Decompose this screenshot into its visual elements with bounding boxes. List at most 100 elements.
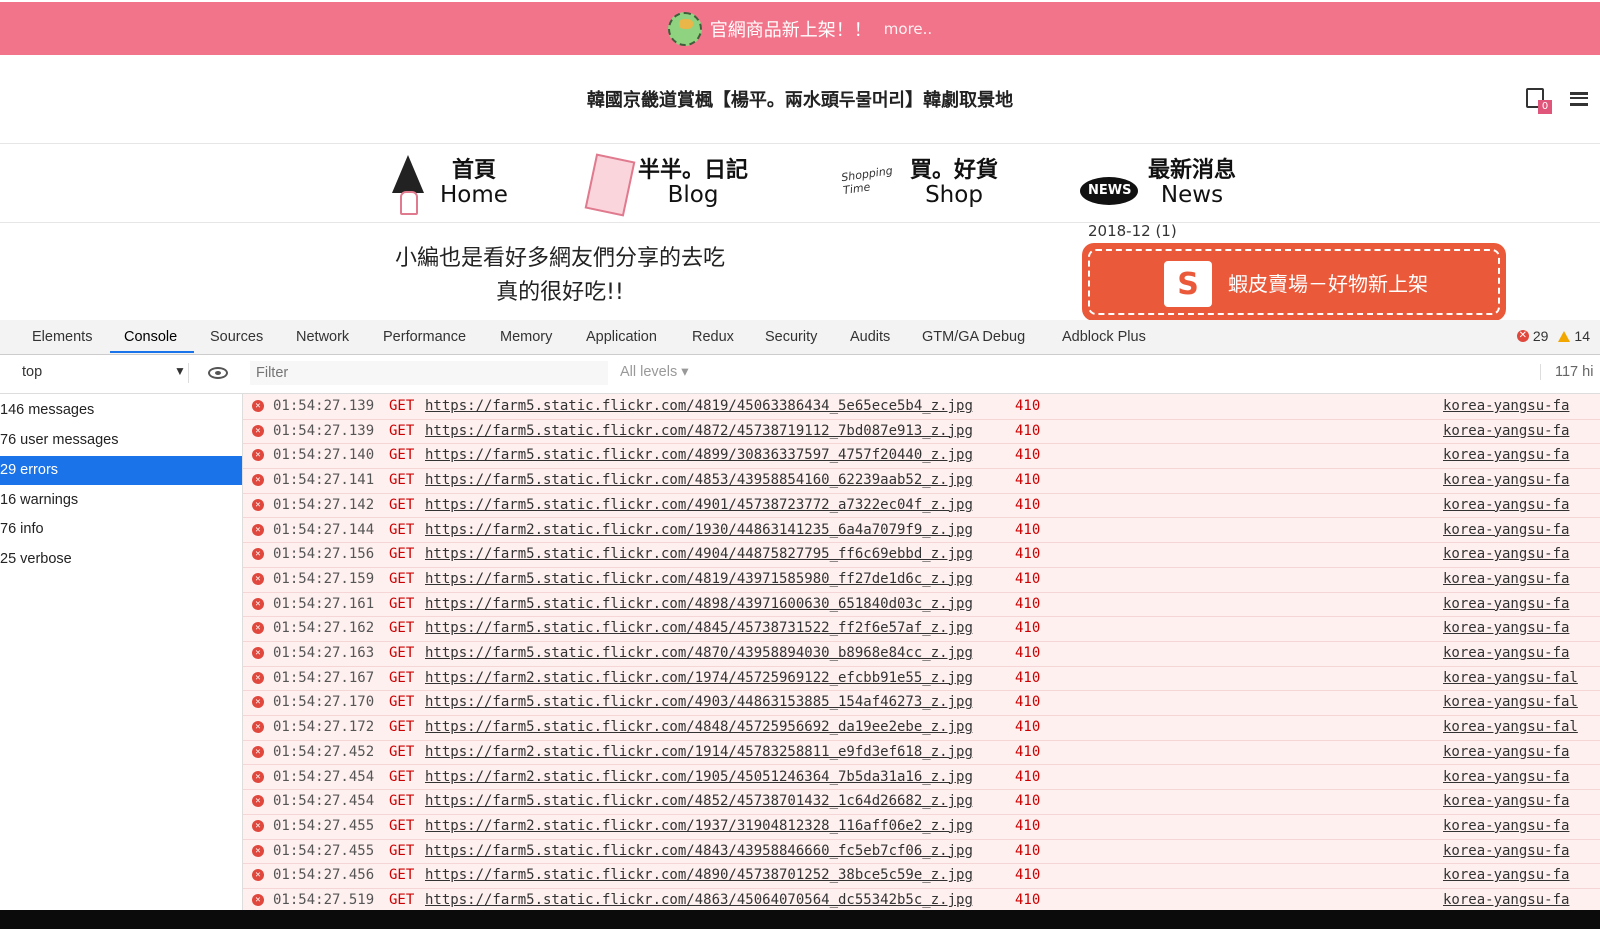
console-error-row: ✕ 01:54:27.162 GET https://farm5.static.fli… <box>243 616 1600 642</box>
tab-application[interactable]: Application <box>586 329 657 345</box>
source-link[interactable]: korea-yangsu-fa <box>1443 843 1569 859</box>
eye-icon[interactable] <box>208 367 228 379</box>
request-url-link[interactable]: https://farm2.static.flickr.com/1930/448… <box>425 522 973 538</box>
tab-security[interactable]: Security <box>765 329 817 345</box>
request-url-link[interactable]: https://farm5.static.flickr.com/4890/457… <box>425 867 973 883</box>
tab-gtm-ga-debug[interactable]: GTM/GA Debug <box>922 329 1025 345</box>
sidebar-item-verbose[interactable]: 25 verbose <box>0 545 242 574</box>
request-method: GET <box>389 669 415 686</box>
timestamp: 01:54:27.454 <box>273 793 375 810</box>
source-link[interactable]: korea-yangsu-fal <box>1443 670 1578 686</box>
promo-banner[interactable]: 官網商品新上架！！ more.. <box>0 2 1600 55</box>
source-link[interactable]: korea-yangsu-fa <box>1443 818 1569 834</box>
status-code: 410 <box>1015 817 1041 834</box>
sidebar-item-warnings[interactable]: 16 warnings <box>0 486 242 515</box>
request-method: GET <box>389 793 415 810</box>
source-link[interactable]: korea-yangsu-fa <box>1443 571 1569 587</box>
request-method: GET <box>389 570 415 587</box>
shopee-banner[interactable]: S 蝦皮賣場－好物新上架 <box>1082 243 1506 320</box>
request-url-link[interactable]: https://farm5.static.flickr.com/4901/457… <box>425 497 973 513</box>
request-url-link[interactable]: https://farm5.static.flickr.com/4899/308… <box>425 447 973 463</box>
request-url-link[interactable]: https://farm5.static.flickr.com/4872/457… <box>425 423 973 439</box>
source-link[interactable]: korea-yangsu-fa <box>1443 522 1569 538</box>
house-icon <box>388 153 434 215</box>
source-link[interactable]: korea-yangsu-fa <box>1443 645 1569 661</box>
request-url-link[interactable]: https://farm5.static.flickr.com/4819/439… <box>425 571 973 587</box>
tab-sources[interactable]: Sources <box>210 329 263 345</box>
tab-redux[interactable]: Redux <box>692 329 734 345</box>
request-method: GET <box>389 867 415 884</box>
request-url-link[interactable]: https://farm5.static.flickr.com/4853/439… <box>425 472 973 488</box>
sidebar-item-errors[interactable]: 29 errors <box>0 456 242 485</box>
console-error-row: ✕ 01:54:27.455 GET https://farm5.static.fli… <box>243 839 1600 865</box>
source-link[interactable]: korea-yangsu-fa <box>1443 744 1569 760</box>
request-method: GET <box>389 447 415 464</box>
nav-news-en: News <box>1160 182 1224 208</box>
context-selector[interactable]: top ▼ <box>10 363 189 383</box>
console-error-row: ✕ 01:54:27.163 GET https://farm5.static.fli… <box>243 641 1600 667</box>
request-url-link[interactable]: https://farm2.static.flickr.com/1905/450… <box>425 769 973 785</box>
source-link[interactable]: korea-yangsu-fa <box>1443 423 1569 439</box>
timestamp: 01:54:27.156 <box>273 546 375 563</box>
error-icon: ✕ <box>252 424 264 437</box>
timestamp: 01:54:27.159 <box>273 570 375 587</box>
source-link[interactable]: korea-yangsu-fa <box>1443 447 1569 463</box>
globe-icon <box>667 11 702 46</box>
source-link[interactable]: korea-yangsu-fa <box>1443 596 1569 612</box>
issue-counts[interactable]: ✕ 29 14 <box>1516 328 1590 344</box>
nav-item-news[interactable]: 最新消息News <box>1080 150 1236 216</box>
source-link[interactable]: korea-yangsu-fal <box>1443 719 1578 735</box>
request-url-link[interactable]: https://farm5.static.flickr.com/4898/439… <box>425 596 973 612</box>
request-url-link[interactable]: https://farm2.static.flickr.com/1974/457… <box>425 670 973 686</box>
request-url-link[interactable]: https://farm5.static.flickr.com/4904/448… <box>425 546 973 562</box>
request-url-link[interactable]: https://farm5.static.flickr.com/4863/450… <box>425 892 973 908</box>
sidebar-item-user-messages[interactable]: 76 user messages <box>0 426 242 455</box>
source-link[interactable]: korea-yangsu-fa <box>1443 398 1569 414</box>
request-url-link[interactable]: https://farm5.static.flickr.com/4819/450… <box>425 398 973 414</box>
sidebar-item-info[interactable]: 76 info <box>0 515 242 544</box>
nav-item-shop[interactable]: 買。好貨Shop <box>842 150 998 216</box>
error-icon: ✕ <box>252 400 264 412</box>
tab-audits[interactable]: Audits <box>850 329 890 345</box>
error-icon: ✕ <box>252 795 264 808</box>
source-link[interactable]: korea-yangsu-fa <box>1443 867 1569 883</box>
source-link[interactable]: korea-yangsu-fa <box>1443 769 1569 785</box>
archive-link[interactable]: 2018-12 (1) <box>1088 222 1177 240</box>
request-url-link[interactable]: https://farm5.static.flickr.com/4870/439… <box>425 645 973 661</box>
menu-icon[interactable] <box>1570 92 1588 106</box>
log-levels-dropdown[interactable]: All levels ▾ <box>620 364 689 380</box>
tab-performance[interactable]: Performance <box>383 329 466 345</box>
source-link[interactable]: korea-yangsu-fa <box>1443 892 1569 908</box>
tab-adblock-plus[interactable]: Adblock Plus <box>1062 329 1146 345</box>
cart-icon[interactable]: 0 <box>1526 88 1552 114</box>
source-link[interactable]: korea-yangsu-fa <box>1443 620 1569 636</box>
request-url-link[interactable]: https://farm5.static.flickr.com/4845/457… <box>425 620 973 636</box>
tab-memory[interactable]: Memory <box>500 329 552 345</box>
console-error-row: ✕ 01:54:27.456 GET https://farm5.static.fli… <box>243 863 1600 889</box>
source-link[interactable]: korea-yangsu-fa <box>1443 497 1569 513</box>
source-link[interactable]: korea-yangsu-fa <box>1443 472 1569 488</box>
tab-elements[interactable]: Elements <box>32 329 92 345</box>
nav-item-blog[interactable]: 半半。日記 Blog <box>586 150 748 216</box>
console-error-row: ✕ 01:54:27.141 GET https://farm5.static.fli… <box>243 468 1600 494</box>
request-method: GET <box>389 645 415 661</box>
filter-input[interactable] <box>250 361 608 385</box>
sidebar-item-messages[interactable]: 146 messages <box>0 396 242 425</box>
request-url-link[interactable]: https://farm5.static.flickr.com/4848/457… <box>425 719 973 735</box>
request-url-link[interactable]: https://farm2.static.flickr.com/1914/457… <box>425 744 973 760</box>
request-url-link[interactable]: https://farm5.static.flickr.com/4903/448… <box>425 694 973 710</box>
nav-home-zh: 首頁 <box>451 158 496 183</box>
error-icon: ✕ <box>252 844 264 857</box>
nav-item-home[interactable]: 首頁 Home <box>388 150 508 216</box>
source-link[interactable]: korea-yangsu-fa <box>1443 793 1569 809</box>
error-icon: ✕ <box>252 745 264 758</box>
request-url-link[interactable]: https://farm5.static.flickr.com/4843/439… <box>425 843 973 859</box>
source-link[interactable]: korea-yangsu-fal <box>1443 694 1578 710</box>
request-url-link[interactable]: https://farm2.static.flickr.com/1937/319… <box>425 818 973 834</box>
tab-console[interactable]: Console <box>124 329 177 345</box>
promo-more-link[interactable]: more.. <box>884 20 932 38</box>
tab-network[interactable]: Network <box>296 329 349 345</box>
request-url-link[interactable]: https://farm5.static.flickr.com/4852/457… <box>425 793 973 809</box>
status-code: 410 <box>1015 422 1041 439</box>
source-link[interactable]: korea-yangsu-fa <box>1443 546 1569 562</box>
